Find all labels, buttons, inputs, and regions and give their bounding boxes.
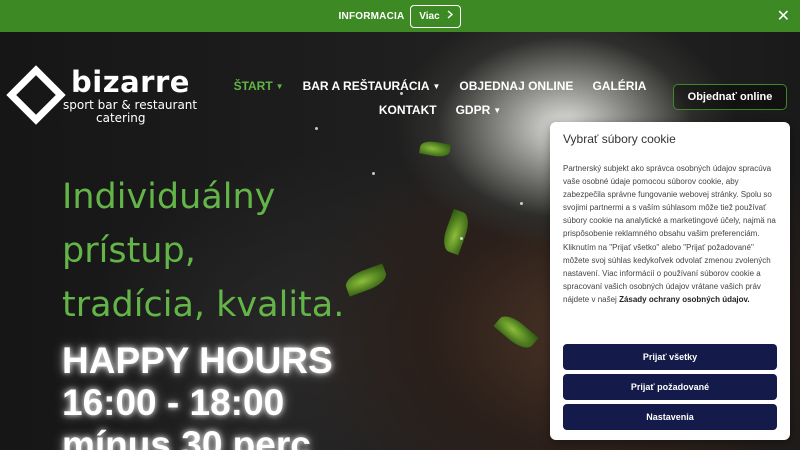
happy-hours-text: HAPPY HOURS 16:00 - 18:00 mínus 30 perc <box>62 340 333 450</box>
salt-decoration <box>315 127 318 130</box>
main-nav: ŠTART ▼ BAR A REŠTAURÁCIA ▼ OBJEDNAJ ONLIN… <box>234 76 647 120</box>
info-bar: INFORMACIA Viac ✕ <box>0 0 800 32</box>
more-info-button[interactable]: Viac <box>410 4 462 28</box>
nav-item-gallery[interactable]: GALÉRIA <box>592 79 646 93</box>
headline-line: tradícia, kvalita. <box>62 285 345 325</box>
logo-subtitle: sport bar & restaurant <box>63 98 198 112</box>
cookie-description: Partnerský subjekt ako správca osobných … <box>563 164 776 304</box>
chevron-down-icon: ▼ <box>275 82 284 92</box>
happy-hours-title: HAPPY HOURS <box>62 340 333 381</box>
close-icon[interactable]: ✕ <box>777 6 790 25</box>
basil-leaf-decoration <box>493 310 539 354</box>
salt-decoration <box>460 237 463 240</box>
chevron-right-icon <box>447 10 453 22</box>
cookie-text: Partnerský subjekt ako správca osobných … <box>563 162 777 306</box>
chevron-down-icon: ▼ <box>493 106 502 116</box>
happy-hours-time: 16:00 - 18:00 <box>62 382 285 423</box>
nav-item-contact[interactable]: KONTAKT <box>379 103 437 117</box>
salt-decoration <box>520 202 523 205</box>
accept-required-button[interactable]: Prijať požadované <box>563 374 777 400</box>
logo-subtitle-catering: catering <box>96 111 146 125</box>
logo-brand: bizarre <box>71 65 190 99</box>
logo-diamond-icon <box>6 65 66 125</box>
cookie-title: Vybrať súbory cookie <box>563 132 676 146</box>
nav-item-gdpr[interactable]: GDPR ▼ <box>456 103 502 117</box>
basil-leaf-decoration <box>419 139 451 159</box>
nav-item-order-online[interactable]: OBJEDNAJ ONLINE <box>459 79 573 93</box>
hero-headline: Individuálny prístup, tradícia, kvalita. <box>62 170 344 332</box>
nav-item-bar-restaurant[interactable]: BAR A REŠTAURÁCIA ▼ <box>303 79 441 93</box>
basil-leaf-decoration <box>342 263 390 297</box>
headline-line: prístup, <box>62 231 196 271</box>
salt-decoration <box>372 172 375 175</box>
site-logo[interactable]: bizarre sport bar & restaurant catering <box>6 65 202 126</box>
headline-line: Individuálny <box>62 177 276 217</box>
order-online-button[interactable]: Objednať online <box>673 84 787 110</box>
info-label: INFORMACIA <box>338 10 405 22</box>
accept-all-button[interactable]: Prijať všetky <box>563 344 777 370</box>
privacy-policy-link[interactable]: Zásady ochrany osobných údajov. <box>619 295 750 304</box>
happy-hours-discount: mínus 30 perc <box>62 424 311 450</box>
nav-item-start[interactable]: ŠTART ▼ <box>234 79 284 93</box>
cookie-settings-button[interactable]: Nastavenia <box>563 404 777 430</box>
more-info-label: Viac <box>419 10 440 22</box>
chevron-down-icon: ▼ <box>432 82 441 92</box>
basil-leaf-decoration <box>439 208 473 256</box>
cookie-consent-panel: Vybrať súbory cookie Partnerský subjekt … <box>550 122 790 440</box>
